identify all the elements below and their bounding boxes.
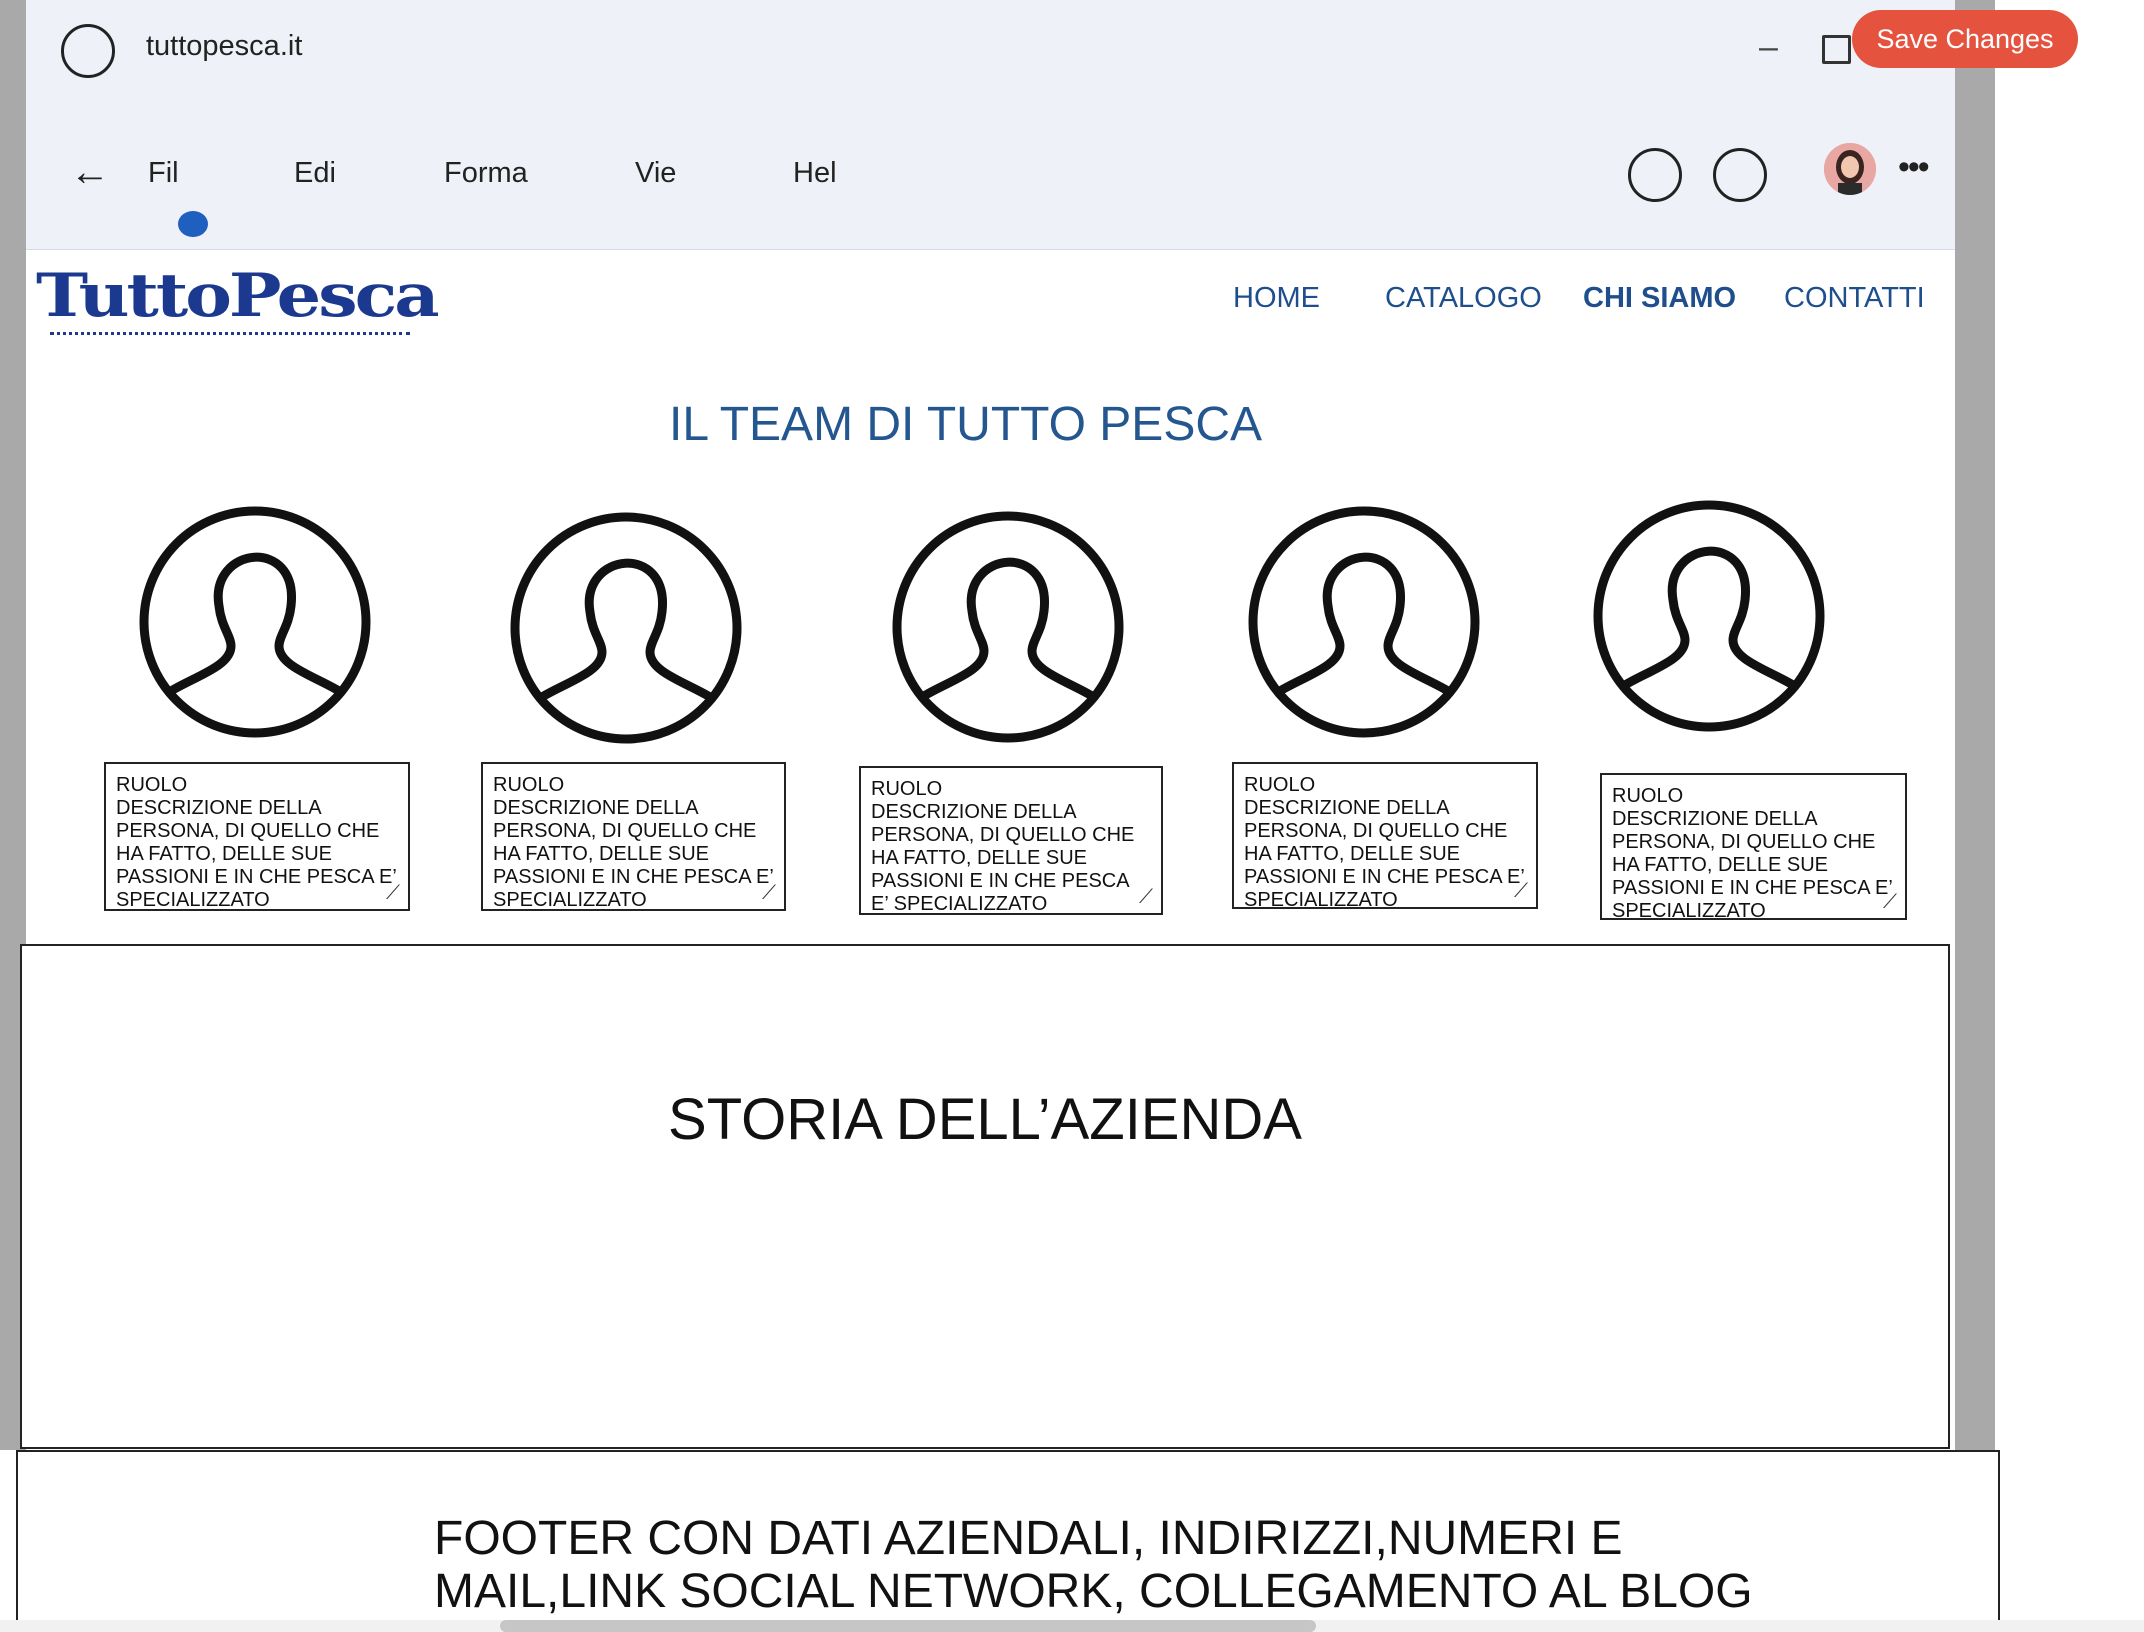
- menu-item-view[interactable]: Vie: [635, 157, 676, 190]
- resize-handle-icon[interactable]: ⟋: [1139, 886, 1153, 909]
- menu-item-format[interactable]: Forma: [444, 157, 528, 190]
- team-card[interactable]: RUOLO DESCRIZIONE DELLA PERSONA, DI QUEL…: [1600, 773, 1907, 920]
- right-gutter: [1955, 0, 1995, 1450]
- nav-catalogo[interactable]: CATALOGO: [1385, 282, 1542, 315]
- window-chrome: tuttopesca.it – ← Fil Edi Forma Vie Hel …: [26, 0, 1955, 250]
- resize-handle-icon[interactable]: ⟋: [1883, 891, 1897, 914]
- team-card[interactable]: RUOLO DESCRIZIONE DELLA PERSONA, DI QUEL…: [859, 766, 1163, 915]
- nav-chi-siamo[interactable]: CHI SIAMO: [1583, 282, 1736, 315]
- menu-item-edit[interactable]: Edi: [294, 157, 336, 190]
- site-url: tuttopesca.it: [146, 30, 303, 62]
- resize-handle-icon[interactable]: ⟋: [1514, 880, 1528, 903]
- resize-handle-icon[interactable]: ⟋: [762, 882, 776, 905]
- user-placeholder-icon: [139, 506, 371, 738]
- user-placeholder-icon: [510, 512, 742, 744]
- tab-icon[interactable]: [61, 24, 115, 78]
- more-icon[interactable]: •••: [1898, 150, 1930, 184]
- scrollbar-thumb[interactable]: [500, 1620, 1316, 1632]
- footer: FOOTER CON DATI AZIENDALI, INDIRIZZI,NUM…: [16, 1450, 2000, 1632]
- user-placeholder-icon: [892, 511, 1124, 743]
- nav-home[interactable]: HOME: [1233, 282, 1320, 315]
- nav-contatti[interactable]: CONTATTI: [1784, 282, 1925, 315]
- team-card-description: DESCRIZIONE DELLA PERSONA, DI QUELLO CHE…: [1612, 808, 1893, 920]
- user-placeholder-icon: [1593, 500, 1825, 732]
- team-card[interactable]: RUOLO DESCRIZIONE DELLA PERSONA, DI QUEL…: [481, 762, 786, 911]
- active-menu-indicator: [178, 211, 208, 237]
- resize-handle-icon[interactable]: ⟋: [386, 882, 400, 905]
- save-changes-button[interactable]: Save Changes: [1852, 10, 2078, 68]
- team-title: IL TEAM DI TUTTO PESCA: [669, 398, 1263, 451]
- team-card-role: RUOLO: [1244, 774, 1316, 796]
- maximize-icon[interactable]: [1822, 35, 1851, 64]
- team-card[interactable]: RUOLO DESCRIZIONE DELLA PERSONA, DI QUEL…: [104, 762, 410, 911]
- team-card[interactable]: RUOLO DESCRIZIONE DELLA PERSONA, DI QUEL…: [1232, 762, 1538, 909]
- history-section: STORIA DELL’AZIENDA: [20, 944, 1950, 1449]
- toolbar-circle-button-1[interactable]: [1628, 148, 1682, 202]
- team-card-role: RUOLO: [871, 778, 943, 800]
- user-placeholder-icon: [1248, 506, 1480, 738]
- menu-item-file[interactable]: Fil: [148, 157, 179, 190]
- team-card-description: DESCRIZIONE DELLA PERSONA, DI QUELLO CHE…: [871, 801, 1135, 915]
- avatar-image: [1824, 143, 1876, 195]
- minimize-icon[interactable]: –: [1759, 30, 1778, 64]
- team-card-description: DESCRIZIONE DELLA PERSONA, DI QUELLO CHE…: [1244, 797, 1525, 909]
- team-card-description: DESCRIZIONE DELLA PERSONA, DI QUELLO CHE…: [493, 797, 774, 911]
- team-card-role: RUOLO: [1612, 785, 1684, 807]
- tuttopesca-logo[interactable]: TuttoPesca: [36, 266, 440, 326]
- logo-tagline-decoration: [50, 331, 410, 335]
- footer-text: FOOTER CON DATI AZIENDALI, INDIRIZZI,NUM…: [434, 1512, 1753, 1618]
- menu-item-help[interactable]: Hel: [793, 157, 837, 190]
- team-card-description: DESCRIZIONE DELLA PERSONA, DI QUELLO CHE…: [116, 797, 397, 911]
- team-card-role: RUOLO: [493, 774, 565, 796]
- avatar[interactable]: [1824, 143, 1876, 195]
- team-card-role: RUOLO: [116, 774, 188, 796]
- history-title: STORIA DELL’AZIENDA: [668, 1087, 1302, 1152]
- back-arrow-icon[interactable]: ←: [70, 152, 110, 192]
- toolbar-circle-button-2[interactable]: [1713, 148, 1767, 202]
